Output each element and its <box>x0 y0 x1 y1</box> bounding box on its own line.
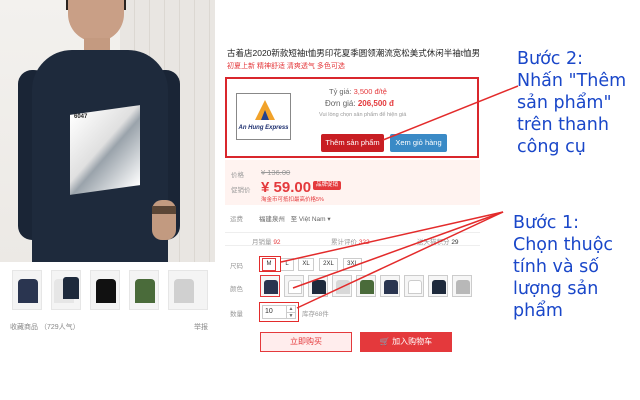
arrow-step1-size <box>280 211 504 263</box>
step2-line: sản phẩm" <box>517 93 612 113</box>
step2-line: công cụ <box>517 137 586 157</box>
arrow-step1-color <box>292 211 504 289</box>
step2-line: Bước 2: <box>517 49 584 69</box>
step1-annotation: Bước 1: Chọn thuộc tính và số lượng sản … <box>513 212 613 322</box>
step1-line: tính và số <box>513 257 599 277</box>
step2-annotation: Bước 2: Nhấn "Thêm sản phẩm" trên thanh … <box>517 48 626 158</box>
step1-line: Bước 1: <box>513 213 580 233</box>
arrow-step1-qty <box>296 211 504 309</box>
step1-line: phẩm <box>513 301 563 321</box>
step1-line: lượng sản <box>513 279 599 299</box>
arrow-step2 <box>382 85 519 141</box>
step1-line: Chọn thuộc <box>513 235 614 255</box>
step2-line: trên thanh <box>517 115 609 135</box>
step2-line: Nhấn "Thêm <box>517 71 627 91</box>
